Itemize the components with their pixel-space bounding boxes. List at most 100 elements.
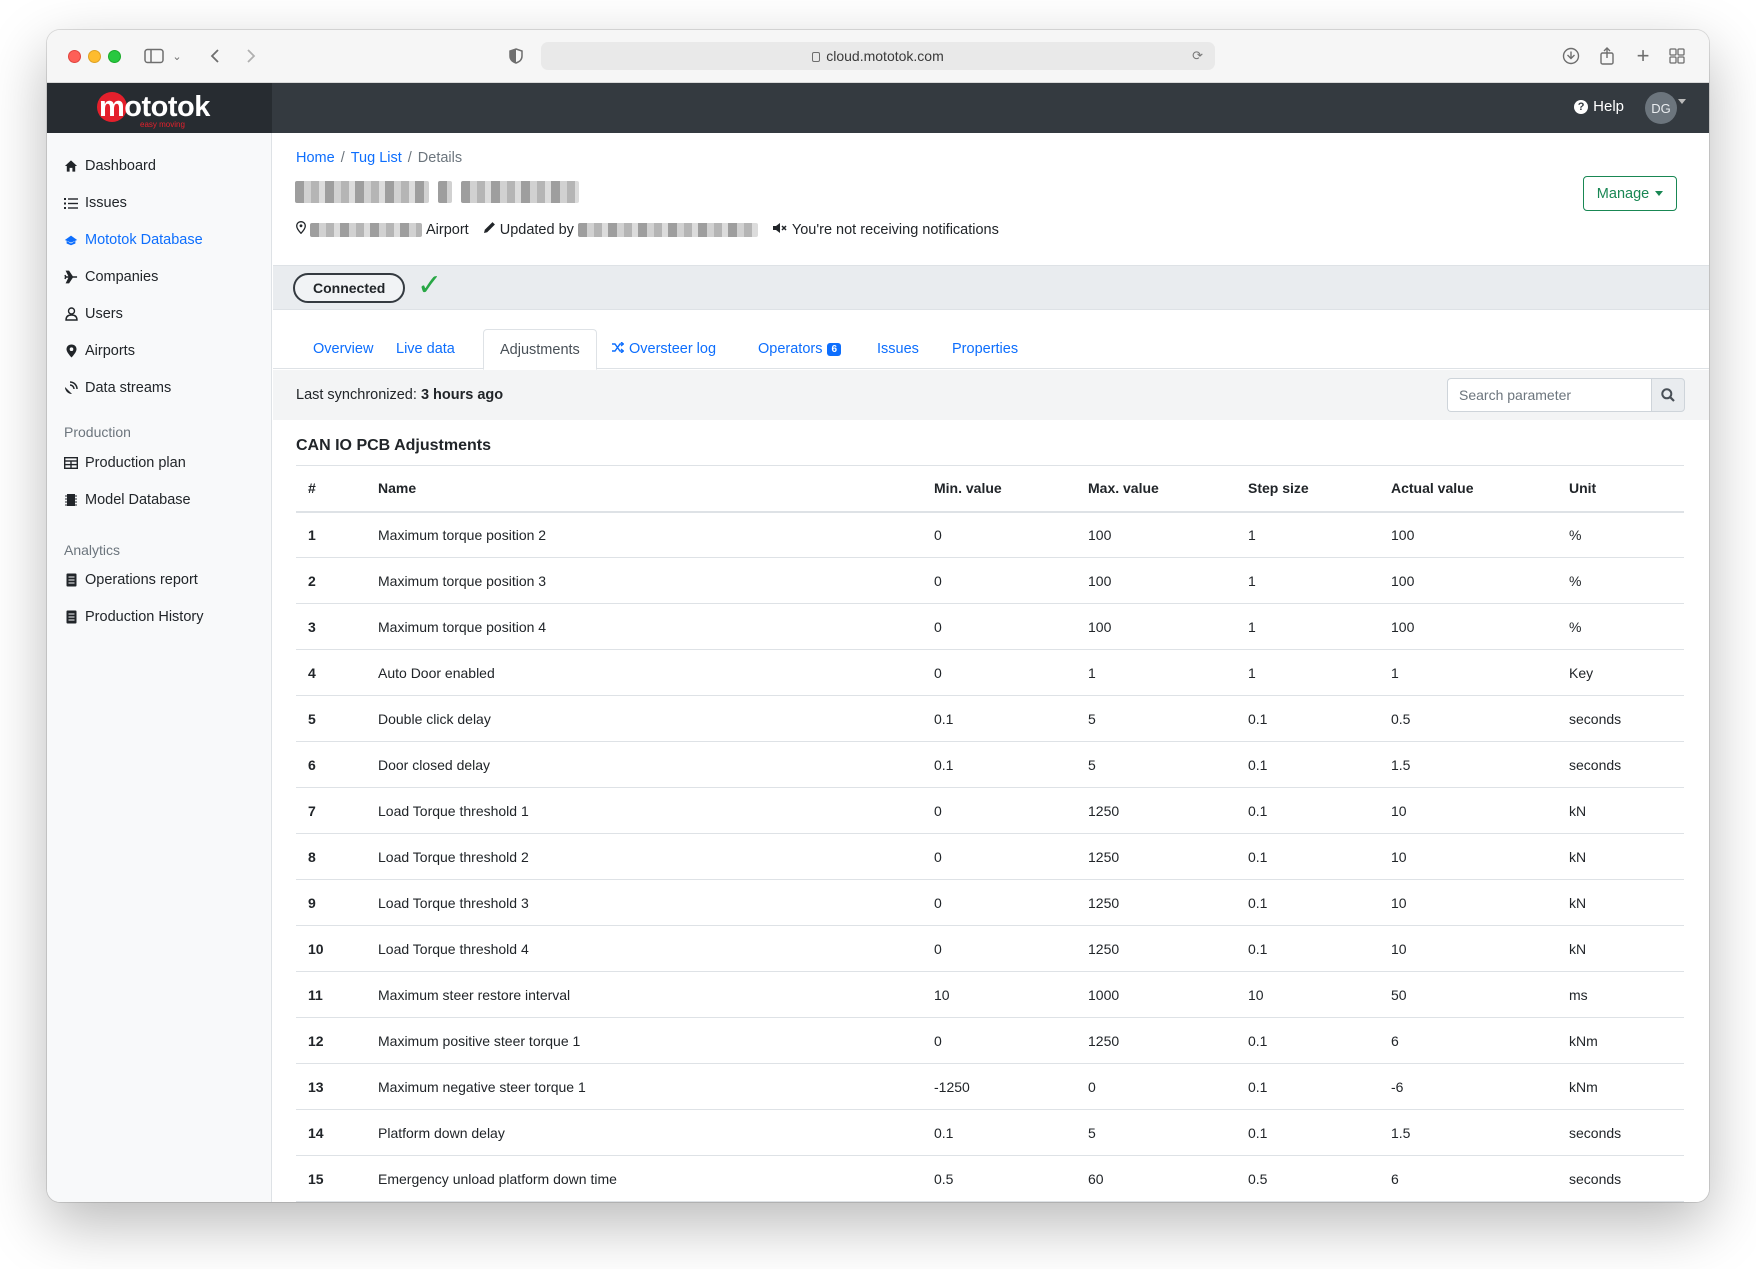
name-cell: Double click delay — [366, 695, 922, 742]
step-size-cell: 1 — [1236, 511, 1379, 558]
translate-reload-icon[interactable]: ⟳ — [1192, 48, 1203, 64]
min-value-cell: 0 — [922, 787, 1076, 834]
back-icon[interactable] — [207, 44, 223, 68]
sync-value: 3 hours ago — [420, 387, 504, 403]
row-number-cell: 14 — [296, 1109, 366, 1156]
minimize-window-button[interactable] — [88, 50, 101, 63]
caret-down-icon — [1655, 191, 1664, 196]
sidebar-item-dashboard[interactable]: Dashboard — [64, 154, 156, 178]
actual-value-cell: 10 — [1379, 879, 1557, 926]
max-value-cell: 0 — [1076, 1063, 1236, 1110]
tab-overview-icon[interactable] — [1667, 44, 1687, 68]
max-value-cell: 1 — [1076, 649, 1236, 696]
sidebar-item-operations-report[interactable]: Operations report — [64, 568, 198, 592]
column-header: # — [296, 465, 366, 513]
manage-dropdown-button[interactable]: Manage — [1583, 176, 1677, 211]
tab-oversteer-log[interactable]: Oversteer log — [596, 329, 732, 369]
help-link[interactable]: ? Help — [1574, 98, 1624, 115]
sidebar-item-issues[interactable]: Issues — [64, 191, 127, 215]
row-number-cell: 1 — [296, 511, 366, 558]
step-size-cell: 10 — [1236, 971, 1379, 1018]
step-size-cell: 1 — [1236, 603, 1379, 650]
max-value-cell: 1250 — [1076, 787, 1236, 834]
connection-status-badge: Connected — [293, 273, 406, 303]
row-number-cell: 9 — [296, 879, 366, 926]
chevron-down-icon[interactable]: ⌄ — [170, 44, 184, 68]
sidebar-item-airports[interactable]: Airports — [64, 339, 135, 363]
tab-operators[interactable]: Operators 6 — [742, 329, 857, 369]
name-cell: Maximum steer restore interval — [366, 971, 922, 1018]
analytics-heading: Analytics — [64, 542, 121, 558]
sidebar-item-production-history[interactable]: Production History — [64, 605, 203, 629]
adjustments-table: # Name Min. value Max. value Step size A… — [296, 465, 1684, 1202]
sidebar-item-data-streams[interactable]: Data streams — [64, 376, 171, 400]
sidebar-item-mototok-database[interactable]: Mototok Database — [64, 228, 203, 252]
sidebar-toggle-icon[interactable] — [143, 44, 165, 68]
unit-cell: kN — [1557, 879, 1684, 926]
actual-value-cell: 1 — [1379, 649, 1557, 696]
new-tab-icon[interactable]: + — [1633, 43, 1653, 68]
actual-value-cell: 10 — [1379, 833, 1557, 880]
tab-overview[interactable]: Overview — [297, 329, 389, 369]
step-size-cell: 0.1 — [1236, 925, 1379, 972]
maximize-window-button[interactable] — [108, 50, 121, 63]
max-value-cell: 100 — [1076, 511, 1236, 558]
name-cell: Platform down delay — [366, 1109, 922, 1156]
actual-value-cell: 50 — [1379, 971, 1557, 1018]
address-bar[interactable]: cloud.mototok.com ⟳ — [541, 42, 1215, 70]
table-row: 13 Maximum negative steer torque 1 -1250 0 0… — [296, 1063, 1684, 1110]
download-icon[interactable] — [1561, 44, 1581, 68]
name-cell: Load Torque threshold 3 — [366, 879, 922, 926]
connection-status-bar: Connected ✓ — [273, 265, 1709, 310]
updated-by-label: Updated by — [499, 221, 574, 238]
actual-value-cell: 1.5 — [1379, 741, 1557, 788]
step-size-cell: 0.1 — [1236, 879, 1379, 926]
max-value-cell: 1250 — [1076, 879, 1236, 926]
sidebar-item-label: Users — [85, 306, 123, 322]
pencil-icon — [483, 221, 496, 238]
tab-live-data[interactable]: Live data — [380, 329, 471, 369]
table-row: 15 Emergency unload platform down time 0.5… — [296, 1155, 1684, 1202]
search-button[interactable] — [1651, 378, 1685, 412]
row-number-cell: 12 — [296, 1017, 366, 1064]
name-cell: Load Torque threshold 2 — [366, 833, 922, 880]
sync-bar: Last synchronized: 3 hours ago — [273, 370, 1709, 420]
sidebar-item-users[interactable]: Users — [64, 302, 123, 326]
tab-label: Overview — [313, 341, 374, 357]
notification-info[interactable]: You're not receiving notifications — [772, 222, 999, 238]
search-input[interactable] — [1447, 378, 1651, 412]
sidebar-item-model-database[interactable]: Model Database — [64, 488, 191, 512]
sidebar-item-companies[interactable]: Companies — [64, 265, 158, 289]
table-row: 10 Load Torque threshold 4 0 1250 0.1 10 kN — [296, 925, 1684, 972]
sidebar-item-production-plan[interactable]: Production plan — [64, 451, 186, 475]
name-cell: Maximum torque position 2 — [366, 511, 922, 558]
tab-properties[interactable]: Properties — [936, 329, 1034, 369]
actual-value-cell: 1.5 — [1379, 1109, 1557, 1156]
max-value-cell: 1250 — [1076, 1017, 1236, 1064]
table-row: 11 Maximum steer restore interval 10 1000 10… — [296, 971, 1684, 1018]
name-cell: Maximum torque position 3 — [366, 557, 922, 604]
name-cell: Load Torque threshold 1 — [366, 787, 922, 834]
caret-down-icon[interactable] — [1678, 99, 1686, 104]
step-size-cell: 0.1 — [1236, 787, 1379, 834]
tab-adjustments[interactable]: Adjustments — [483, 329, 597, 370]
avatar[interactable]: DG — [1645, 92, 1677, 124]
last-synchronized: Last synchronized: 3 hours ago — [296, 387, 503, 403]
tab-issues[interactable]: Issues — [861, 329, 935, 369]
column-header: Unit — [1557, 465, 1684, 513]
share-icon[interactable] — [1597, 44, 1617, 68]
breadcrumb-home-link[interactable]: Home — [296, 150, 335, 166]
brand-area[interactable]: mototok easy moving — [47, 83, 272, 133]
close-window-button[interactable] — [68, 50, 81, 63]
forward-icon[interactable] — [243, 44, 259, 68]
max-value-cell: 1250 — [1076, 833, 1236, 880]
unit-cell: kNm — [1557, 1063, 1684, 1110]
actual-value-cell: 100 — [1379, 557, 1557, 604]
logo-tagline: easy moving — [140, 120, 185, 129]
tab-label: Oversteer log — [629, 341, 717, 357]
sidebar-item-label: Operations report — [85, 572, 198, 588]
breadcrumb-tug-list-link[interactable]: Tug List — [351, 150, 402, 166]
breadcrumb-current: Details — [417, 150, 463, 166]
shield-icon[interactable] — [508, 44, 524, 68]
row-number-cell: 15 — [296, 1155, 366, 1202]
